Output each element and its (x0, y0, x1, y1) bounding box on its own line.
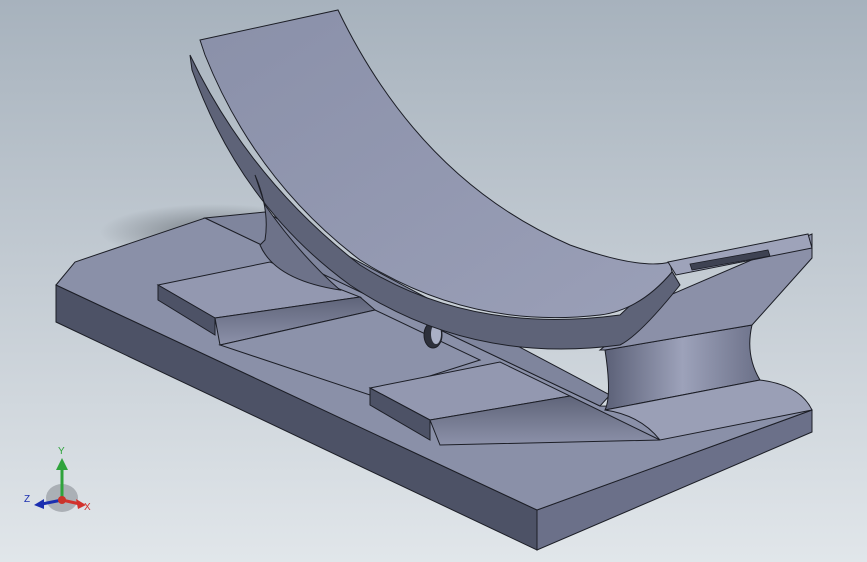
y-axis-arrow-icon (56, 458, 68, 470)
cad-part-model[interactable] (0, 0, 867, 562)
triad-origin-dot (58, 496, 66, 504)
z-axis-label: Z (24, 494, 30, 505)
orientation-triad[interactable]: Y X Z (0, 430, 110, 520)
y-axis-label: Y (58, 446, 65, 457)
z-axis-arrow-icon (34, 499, 44, 509)
graphics-viewport[interactable]: Y X Z (0, 0, 867, 562)
x-axis-label: X (84, 502, 91, 513)
